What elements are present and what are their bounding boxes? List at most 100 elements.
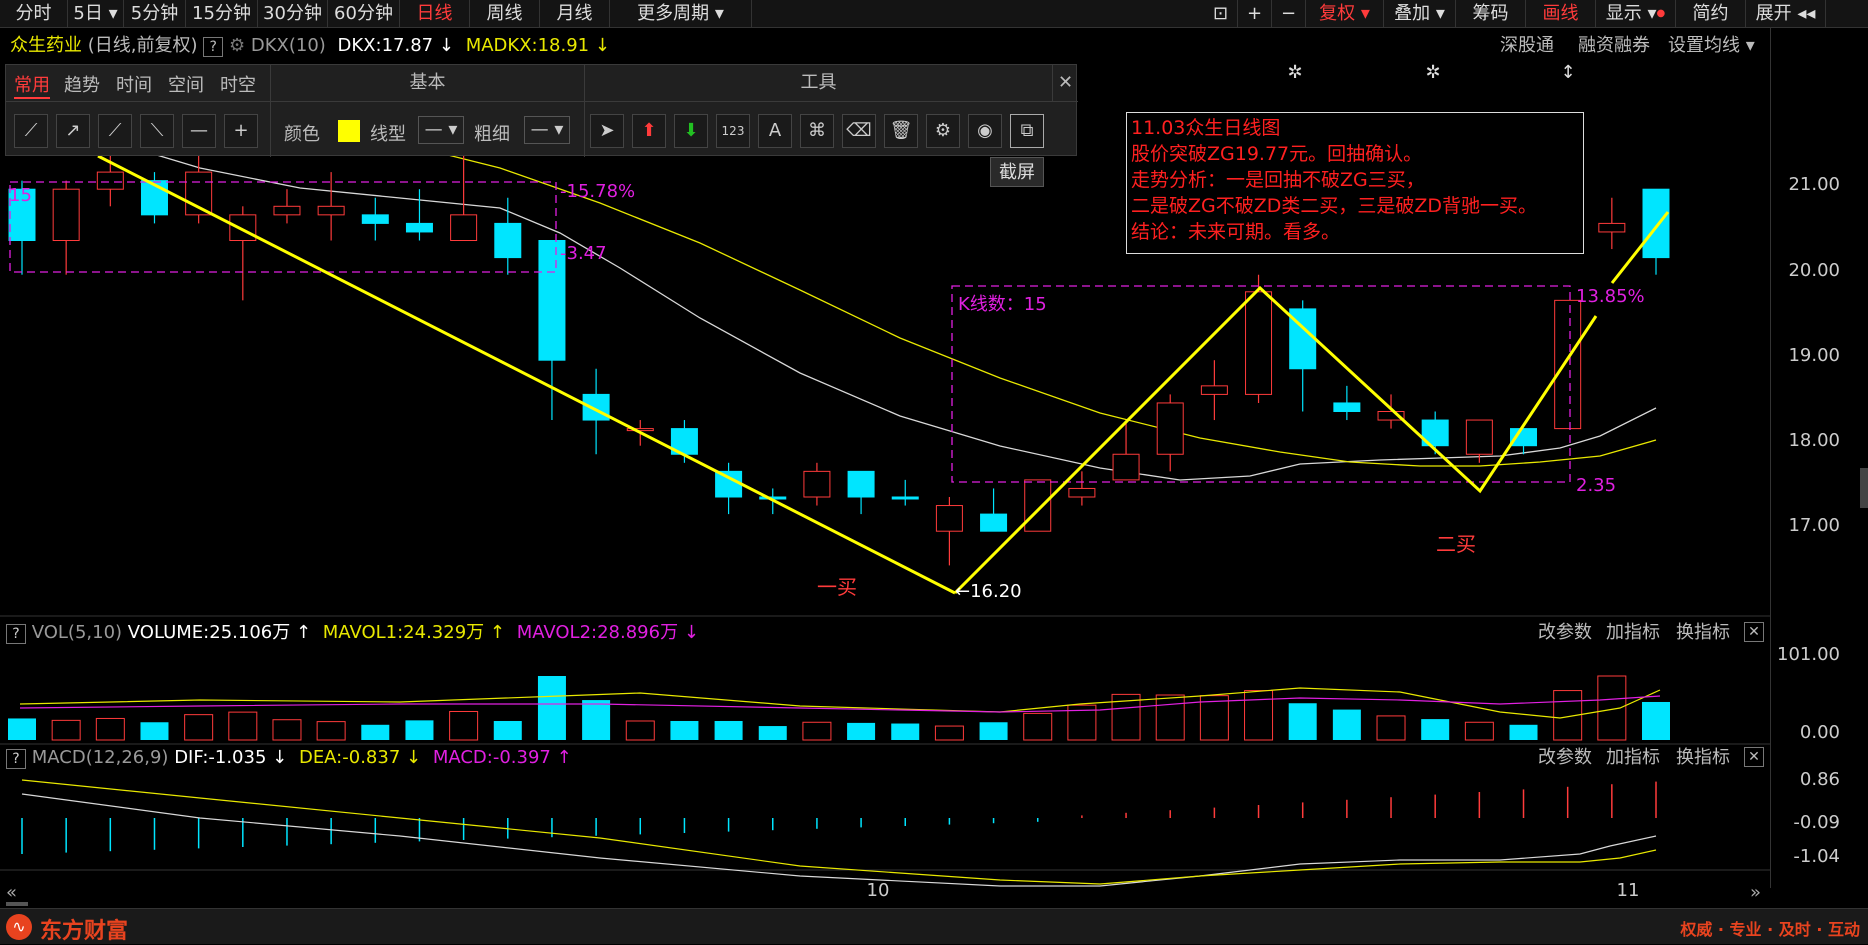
tab-more-periods[interactable]: 更多周期 ▾ <box>610 0 752 28</box>
tool-tab-trend[interactable]: 趋势 <box>64 71 100 97</box>
macd-tick-bottom: -1.04 <box>1793 846 1840 867</box>
down-arrow-icon[interactable]: ⬇ <box>674 114 708 148</box>
volume-bar <box>361 724 390 740</box>
volume-bar <box>184 714 214 741</box>
vol-indicator-name: VOL(5,10) <box>31 622 123 643</box>
tab-30min[interactable]: 30分钟 <box>258 0 328 28</box>
zoom-in-icon[interactable]: + <box>1238 0 1272 28</box>
scroll-thumb[interactable] <box>6 902 28 906</box>
box1-top-pct: -15.78% <box>560 181 635 202</box>
tab-60min[interactable]: 60分钟 <box>328 0 400 28</box>
ruler-icon[interactable]: ⌘ <box>800 114 834 148</box>
tab-weekly[interactable]: 周线 <box>470 0 540 28</box>
settings-icon[interactable]: ⚙ <box>926 114 960 148</box>
close-panel-icon[interactable]: ✕ <box>1052 65 1078 101</box>
expand-button[interactable]: 展开 ◂◂ <box>1746 0 1826 28</box>
volume-bar <box>1421 719 1450 740</box>
volume-bar <box>891 723 920 740</box>
restore-rights-button[interactable]: 复权 ▾ <box>1306 0 1384 28</box>
cursor-icon[interactable]: ➤ <box>590 114 624 148</box>
number-marker-icon[interactable]: 123 <box>716 114 750 148</box>
marker-star-2: ✲ <box>1425 62 1440 83</box>
color-swatch[interactable] <box>338 120 360 142</box>
mavol2-value: MAVOL2:28.896万 ↓ <box>516 622 699 643</box>
screenshot-icon[interactable]: ⧉ <box>1010 114 1044 148</box>
tab-daily[interactable]: 日线 <box>400 0 470 28</box>
tool-tab-spacetime[interactable]: 时空 <box>220 71 256 97</box>
macd-value: MACD:-0.397 ↑ <box>432 747 572 768</box>
add-tool-icon[interactable]: + <box>224 114 258 148</box>
tab-monthly[interactable]: 月线 <box>540 0 610 28</box>
eye-icon[interactable]: ◉ <box>968 114 1002 148</box>
tab-5min[interactable]: 5分钟 <box>124 0 186 28</box>
up-arrow-icon[interactable]: ⬆ <box>632 114 666 148</box>
text-tool-icon[interactable]: A <box>758 114 792 148</box>
candle-body <box>847 470 875 498</box>
candle-body <box>715 470 743 498</box>
extend-line-icon[interactable]: ⟋ <box>98 114 132 148</box>
straight-line-icon[interactable]: ⟍ <box>140 114 174 148</box>
zoom-out-icon[interactable]: − <box>1272 0 1306 28</box>
horizontal-line-icon[interactable]: — <box>182 114 216 148</box>
simple-button[interactable]: 简约 <box>1676 0 1746 28</box>
trash-icon[interactable]: 🗑 <box>884 114 918 148</box>
rise-pct-label: 13.85% <box>1576 286 1645 307</box>
volume-bar <box>758 726 787 740</box>
macd-add-indicator[interactable]: 加指标 <box>1606 745 1660 771</box>
tool-tab-time[interactable]: 时间 <box>116 71 152 97</box>
volume-bar <box>714 720 743 740</box>
volume-bar <box>95 717 125 741</box>
display-button[interactable]: 显示 ▾● <box>1596 0 1676 28</box>
scroll-left-icon[interactable]: « <box>6 882 17 903</box>
volume-bar <box>51 719 81 741</box>
price-tick-19: 19.00 <box>1788 345 1840 366</box>
overlay-button[interactable]: 叠加 ▾ <box>1384 0 1456 28</box>
macd-swap-indicator[interactable]: 换指标 <box>1676 745 1730 771</box>
ray-line-icon[interactable]: ↗ <box>56 114 90 148</box>
tab-5day[interactable]: 5日 ▾ <box>68 0 124 28</box>
volume-panel-header: ? VOL(5,10) VOLUME:25.106万 ↑ MAVOL1:24.3… <box>0 620 1770 646</box>
chips-button[interactable]: 筹码 <box>1456 0 1526 28</box>
macd-tick-top: 0.86 <box>1799 769 1840 790</box>
candle-body <box>405 222 433 233</box>
vol-swap-indicator[interactable]: 换指标 <box>1676 620 1730 646</box>
side-collapse-handle[interactable] <box>1860 468 1868 508</box>
volume-bar <box>1597 675 1627 741</box>
draw-line-button[interactable]: 画线 <box>1526 0 1596 28</box>
tool-tab-space[interactable]: 空间 <box>168 71 204 97</box>
vol-add-indicator[interactable]: 加指标 <box>1606 620 1660 646</box>
candle-body <box>52 188 80 241</box>
box1-bottom-pct: -3.47 <box>560 243 607 264</box>
vol-close-icon[interactable]: ✕ <box>1744 622 1764 642</box>
marker-star-1: ✲ <box>1287 62 1302 83</box>
macd-edit-params[interactable]: 改参数 <box>1538 745 1592 771</box>
vol-edit-params[interactable]: 改参数 <box>1538 620 1592 646</box>
low-price-label: ←16.20 <box>955 581 1022 602</box>
volume-bar <box>582 700 611 740</box>
line-type-select[interactable]: — ▾ <box>418 116 464 144</box>
date-label-11: 11 <box>1617 880 1640 901</box>
brand-slogan: 权威 · 专业 · 及时 · 互动 <box>1680 920 1860 939</box>
volume-bar <box>802 721 832 741</box>
tool-tab-common[interactable]: 常用 <box>14 71 50 99</box>
volume-bar <box>493 720 522 740</box>
unlock-icon[interactable]: ⊡ <box>1204 0 1238 28</box>
candle-body <box>96 171 124 190</box>
vol-tick-zero: 0.00 <box>1799 722 1840 743</box>
volume-value: VOLUME:25.106万 ↑ <box>127 622 312 643</box>
analysis-note[interactable]: 11.03众生日线图 股价突破ZG19.77元。回抽确认。 走势分析：一是回抽不… <box>1126 112 1584 254</box>
volume-bar <box>537 676 566 740</box>
vol-help-icon[interactable]: ? <box>6 624 26 644</box>
candle-body <box>450 214 478 242</box>
volume-bar <box>316 721 346 741</box>
volume-bar <box>1244 690 1274 741</box>
candle-body <box>273 205 301 216</box>
scroll-right-icon[interactable]: » <box>1750 882 1761 903</box>
tab-15min[interactable]: 15分钟 <box>186 0 258 28</box>
segment-line-icon[interactable]: ⟋ <box>14 114 48 148</box>
macd-close-icon[interactable]: ✕ <box>1744 747 1764 767</box>
thickness-select[interactable]: — ▾ <box>524 116 570 144</box>
tab-intraday[interactable]: 分时 <box>0 0 68 28</box>
eraser-icon[interactable]: ⌫ <box>842 114 876 148</box>
macd-help-icon[interactable]: ? <box>6 749 26 769</box>
